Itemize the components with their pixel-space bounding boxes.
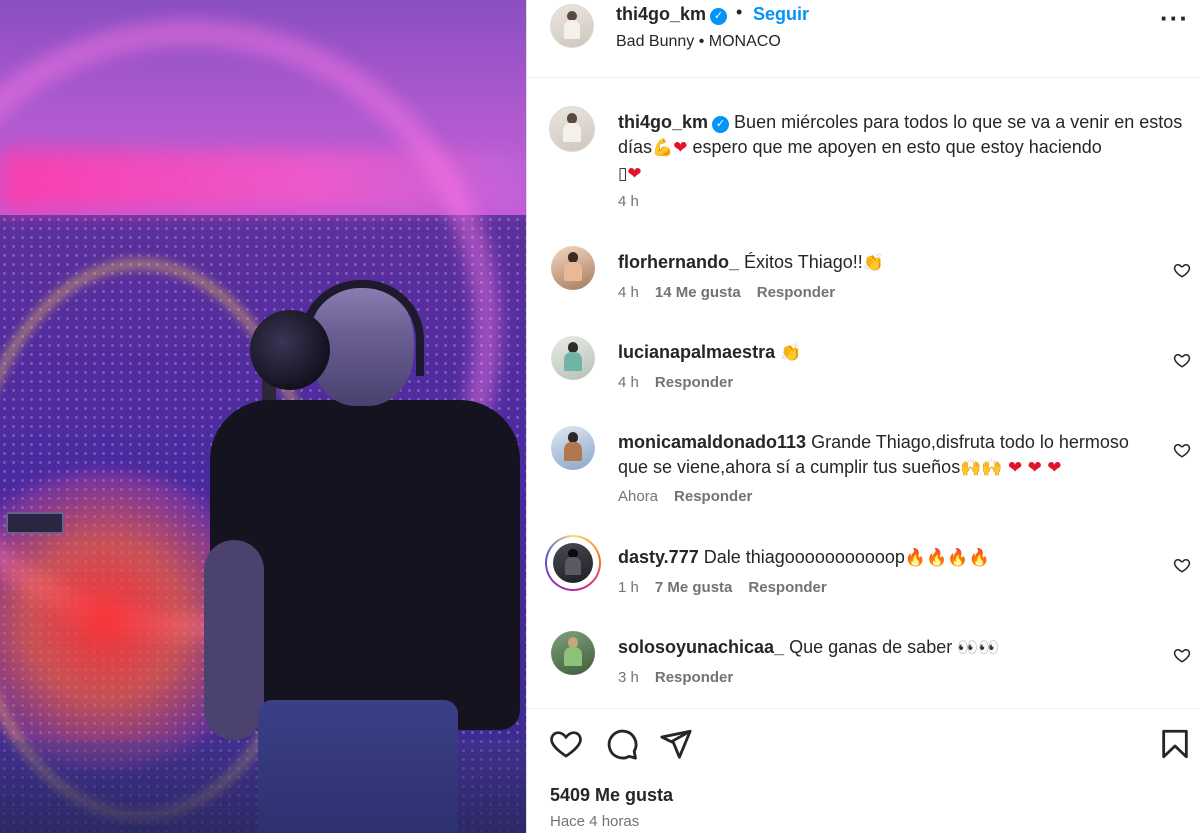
comment-meta: Ahora Responder bbox=[618, 488, 768, 505]
audio-location-subtitle[interactable]: Bad Bunny • MONACO bbox=[616, 33, 781, 51]
commenter-avatar[interactable] bbox=[551, 336, 595, 380]
comment-like-heart-icon[interactable] bbox=[1173, 556, 1191, 574]
comment-body: Dale thiagooooooooooop bbox=[703, 547, 905, 567]
post-actions: 5409 Me gusta Hace 4 horas bbox=[527, 708, 1200, 833]
comment-item: solosoyunachicaa_ Que ganas de saber 👀👀 … bbox=[527, 631, 1200, 711]
send-icon[interactable] bbox=[659, 727, 693, 761]
eyes-emoji-icon: 👀 bbox=[957, 638, 979, 658]
raising-hands-emoji-icon: 🙌 bbox=[960, 458, 982, 478]
comment-meta: 4 h 14 Me gusta Responder bbox=[618, 284, 851, 301]
commenter-avatar[interactable] bbox=[553, 543, 593, 583]
heart-icon[interactable] bbox=[549, 727, 583, 761]
post-header: thi4go_km ✓ • Seguir Bad Bunny • MONACO ·… bbox=[527, 0, 1200, 78]
more-options-icon[interactable]: ··· bbox=[1160, 5, 1189, 31]
flexed-biceps-emoji-icon: 💪 bbox=[652, 138, 674, 158]
like-count[interactable]: 5409 Me gusta bbox=[550, 785, 673, 806]
author-username-link[interactable]: thi4go_km ✓ bbox=[616, 4, 728, 25]
comment-meta: 3 h Responder bbox=[618, 669, 749, 686]
comment-time[interactable]: 3 h bbox=[618, 669, 639, 686]
comment-text: dasty.777 Dale thiagooooooooooop🔥🔥🔥🔥 bbox=[618, 545, 1163, 571]
commenter-avatar[interactable] bbox=[551, 426, 595, 470]
fire-emoji-icon: 🔥 bbox=[947, 548, 969, 568]
comment-text: solosoyunachicaa_ Que ganas de saber 👀👀 bbox=[618, 635, 1163, 661]
avatar-body bbox=[563, 122, 581, 143]
red-heart-emoji-icon: ❤ bbox=[1022, 458, 1042, 478]
caption-avatar[interactable] bbox=[549, 106, 595, 152]
bookmark-icon[interactable] bbox=[1158, 727, 1192, 761]
avatar-body bbox=[564, 351, 582, 372]
follow-button[interactable]: Seguir bbox=[753, 4, 809, 25]
comment-item: lucianapalmaestra 👏 4 h Responder bbox=[527, 336, 1200, 416]
comment-like-heart-icon[interactable] bbox=[1173, 351, 1191, 369]
reply-button[interactable]: Responder bbox=[757, 284, 835, 301]
avatar-body bbox=[564, 441, 582, 462]
commenter-username[interactable]: monicamaldonado113 bbox=[618, 432, 806, 452]
comment-like-heart-icon[interactable] bbox=[1173, 646, 1191, 664]
comment-body: Éxitos Thiago!! bbox=[744, 252, 863, 272]
verified-badge-icon: ✓ bbox=[710, 8, 728, 25]
commenter-username[interactable]: dasty.777 bbox=[618, 547, 699, 567]
image-microphone bbox=[250, 310, 330, 390]
commenter-avatar[interactable] bbox=[551, 631, 595, 675]
red-heart-emoji-icon: ❤ bbox=[1002, 458, 1023, 478]
comment-item: monicamaldonado113 Grande Thiago,disfrut… bbox=[527, 426, 1200, 526]
comment-like-heart-icon[interactable] bbox=[1173, 441, 1191, 459]
post-time-ago[interactable]: Hace 4 horas bbox=[550, 813, 639, 830]
verified-badge-icon: ✓ bbox=[712, 116, 730, 133]
caption-text: thi4go_km ✓ Buen miércoles para todos lo … bbox=[618, 110, 1196, 187]
avatar-body bbox=[564, 646, 582, 667]
author-avatar[interactable] bbox=[550, 4, 594, 48]
clapping-hands-emoji-icon: 👏 bbox=[862, 253, 884, 273]
separator-dot: • bbox=[736, 2, 743, 22]
comment-item: florhernando_ Éxitos Thiago!!👏 4 h 14 Me … bbox=[527, 246, 1200, 326]
comment-time[interactable]: 1 h bbox=[618, 579, 639, 596]
comment-time[interactable]: Ahora bbox=[618, 488, 658, 505]
red-heart-emoji-icon: ❤ bbox=[627, 164, 642, 184]
fire-emoji-icon: 🔥 bbox=[968, 548, 990, 568]
clapping-hands-emoji-icon: 👏 bbox=[780, 343, 802, 363]
raising-hands-emoji-icon: 🙌 bbox=[981, 458, 1003, 478]
comment-likes[interactable]: 7 Me gusta bbox=[655, 579, 733, 596]
red-heart-emoji-icon: ❤ bbox=[1041, 458, 1062, 478]
commenter-avatar[interactable] bbox=[551, 246, 595, 290]
avatar-body bbox=[565, 557, 581, 575]
image-wall-outlet bbox=[6, 512, 64, 534]
caption-timestamp[interactable]: 4 h bbox=[618, 193, 639, 210]
comment-text: florhernando_ Éxitos Thiago!!👏 bbox=[618, 250, 1163, 276]
avatar-body bbox=[563, 20, 581, 39]
commenter-username[interactable]: lucianapalmaestra bbox=[618, 342, 775, 362]
reply-button[interactable]: Responder bbox=[655, 669, 733, 686]
comment-text: monicamaldonado113 Grande Thiago,disfrut… bbox=[618, 430, 1163, 481]
red-heart-emoji-icon: ❤ bbox=[673, 138, 688, 158]
reply-button[interactable]: Responder bbox=[674, 488, 752, 505]
reply-button[interactable]: Responder bbox=[655, 374, 733, 391]
comment-like-heart-icon[interactable] bbox=[1173, 261, 1191, 279]
reply-button[interactable]: Responder bbox=[748, 579, 826, 596]
comment-icon[interactable] bbox=[605, 727, 639, 761]
image-person-arm bbox=[204, 540, 264, 740]
fire-emoji-icon: 🔥 bbox=[904, 548, 927, 568]
post-image[interactable] bbox=[0, 0, 526, 833]
caption-username[interactable]: thi4go_km bbox=[618, 112, 708, 132]
eyes-emoji-icon: 👀 bbox=[978, 638, 1000, 658]
comment-body: Que ganas de saber bbox=[789, 637, 953, 657]
missing-glyph-icon: ▯ bbox=[618, 164, 628, 184]
comment-item: dasty.777 Dale thiagooooooooooop🔥🔥🔥🔥 1 h… bbox=[527, 535, 1200, 621]
comment-time[interactable]: 4 h bbox=[618, 284, 639, 301]
avatar-body bbox=[564, 261, 582, 282]
post-sidebar: thi4go_km ✓ • Seguir Bad Bunny • MONACO ·… bbox=[526, 0, 1200, 833]
caption-body-2: espero que me apoyen en esto que estoy h… bbox=[687, 137, 1102, 157]
commenter-username[interactable]: solosoyunachicaa_ bbox=[618, 637, 784, 657]
comment-meta: 4 h Responder bbox=[618, 374, 749, 391]
author-username[interactable]: thi4go_km bbox=[616, 4, 706, 24]
fire-emoji-icon: 🔥 bbox=[926, 548, 948, 568]
image-person-legs bbox=[258, 700, 458, 833]
comment-likes[interactable]: 14 Me gusta bbox=[655, 284, 741, 301]
comment-time[interactable]: 4 h bbox=[618, 374, 639, 391]
comment-meta: 1 h 7 Me gusta Responder bbox=[618, 579, 843, 596]
commenter-username[interactable]: florhernando_ bbox=[618, 252, 739, 272]
comment-text: lucianapalmaestra 👏 bbox=[618, 340, 1163, 366]
